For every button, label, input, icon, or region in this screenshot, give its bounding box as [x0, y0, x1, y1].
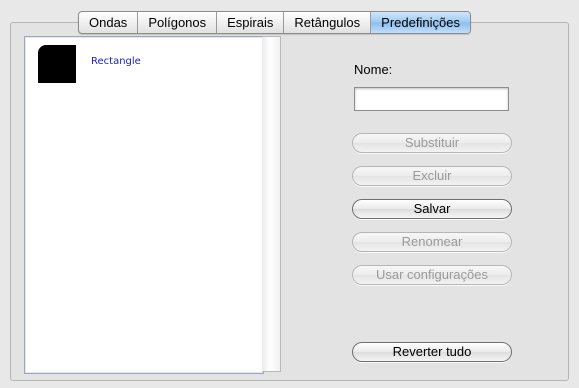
tab-ondas[interactable]: Ondas — [79, 12, 139, 33]
tab-bar: Ondas Polígonos Espirais Retângulos Pred… — [78, 11, 471, 34]
shape-generator-window: Ondas Polígonos Espirais Retângulos Pred… — [0, 0, 579, 388]
name-field[interactable] — [354, 87, 509, 111]
rename-button[interactable]: Renomear — [352, 232, 512, 252]
tab-retangulos[interactable]: Retângulos — [284, 12, 372, 33]
rounded-rectangle-icon — [38, 45, 76, 83]
name-label: Nome: — [354, 62, 393, 77]
use-settings-button[interactable]: Usar configurações — [352, 265, 512, 285]
replace-button[interactable]: Substituir — [352, 133, 512, 153]
preset-list-scrollbar[interactable] — [262, 36, 281, 372]
tab-poligonos[interactable]: Polígonos — [138, 12, 218, 33]
save-button[interactable]: Salvar — [352, 199, 512, 219]
tab-predefinicoes[interactable]: Predefinições — [371, 12, 470, 33]
preset-list[interactable]: Rectangle — [24, 36, 264, 374]
tab-espirais[interactable]: Espirais — [217, 12, 285, 33]
revert-all-button[interactable]: Reverter tudo — [352, 342, 512, 362]
delete-button[interactable]: Excluir — [352, 166, 512, 186]
preset-list-item[interactable]: Rectangle — [38, 44, 258, 84]
preset-item-label: Rectangle — [91, 55, 141, 67]
